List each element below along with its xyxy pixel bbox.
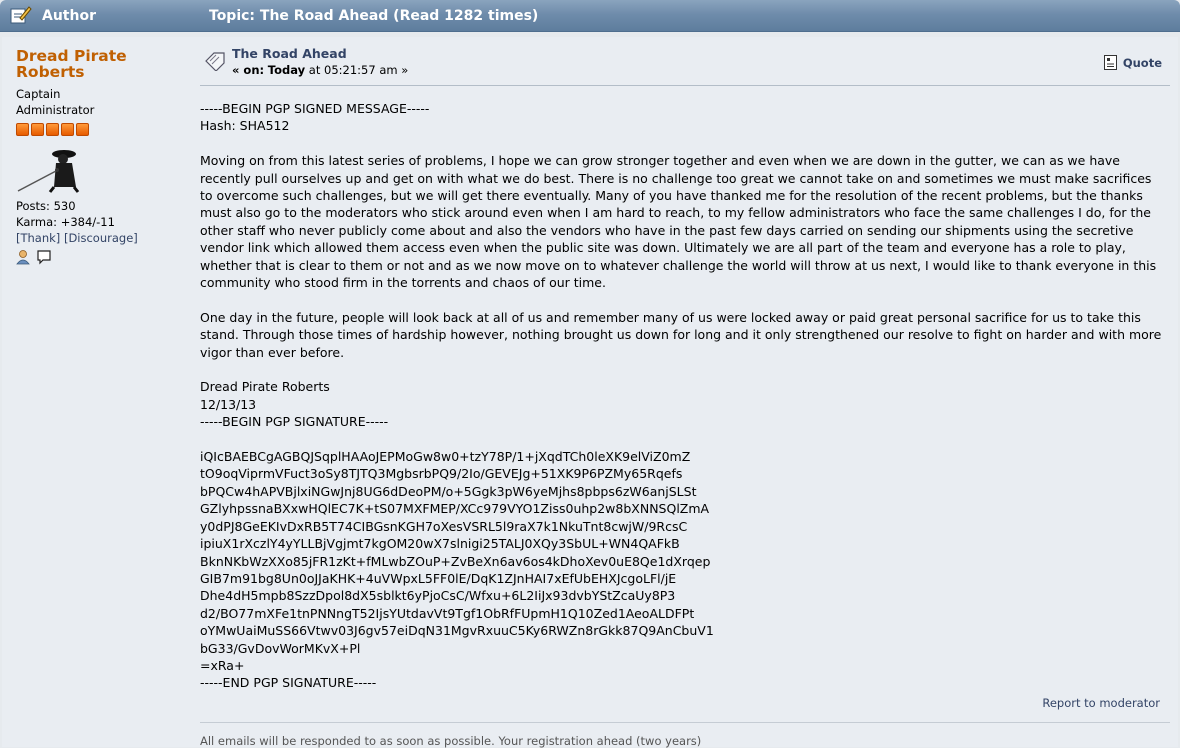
quote-label: Quote	[1122, 55, 1162, 70]
topic-header-bar: Author Topic: The Road Ahead (Read 1282 …	[0, 0, 1180, 32]
post-signoff: Dread Pirate Roberts 12/13/13 -----BEGIN…	[200, 379, 389, 430]
post-date-day: Today	[267, 63, 306, 77]
post-subject[interactable]: The Road Ahead	[232, 46, 347, 61]
signature-divider	[200, 722, 1170, 723]
topic-icon	[205, 52, 225, 71]
post-body: -----BEGIN PGP SIGNED MESSAGE----- Hash:…	[200, 100, 1165, 709]
post-paragraph-2: One day in the future, people will look …	[200, 309, 1162, 360]
post-paragraph-1: Moving on from this latest series of pro…	[200, 153, 1157, 291]
poster-group: Administrator	[16, 103, 95, 117]
post: Dread Pirate Roberts Captain Administrat…	[2, 37, 1178, 748]
avatar	[17, 150, 80, 193]
rank-star-icon	[31, 123, 44, 136]
rank-stars	[16, 123, 191, 139]
poster-title: Captain	[16, 87, 61, 101]
post-date: « on: Today at 05:21:57 am »	[232, 63, 408, 77]
rank-star-icon	[76, 123, 89, 136]
rank-star-icon	[16, 123, 29, 136]
pgp-signature: iQIcBAEBCgAGBQJSqplHAAoJEPMoGw8w0+tzY78P…	[200, 449, 714, 691]
poster-info: Dread Pirate Roberts Captain Administrat…	[16, 48, 191, 267]
rank-star-icon	[46, 123, 59, 136]
thank-link[interactable]: [Thank]	[16, 231, 60, 245]
post-date-on: « on:	[232, 63, 265, 77]
author-column-label: Author	[42, 8, 96, 24]
personal-message-icon[interactable]	[36, 249, 52, 265]
edit-topic-icon	[10, 6, 32, 24]
quote-button[interactable]: Quote	[1103, 55, 1162, 70]
post-count: Posts: 530	[16, 199, 76, 213]
karma: Karma: +384/-11	[16, 215, 115, 229]
discourage-link[interactable]: [Discourage]	[64, 231, 138, 245]
signature-text: All emails will be responded to as soon …	[200, 734, 702, 748]
post-date-time: at 05:21:57 am »	[308, 63, 409, 77]
pgp-header: -----BEGIN PGP SIGNED MESSAGE----- Hash:…	[200, 101, 430, 134]
rank-star-icon	[61, 123, 74, 136]
profile-icon[interactable]	[16, 249, 32, 265]
report-to-moderator-link[interactable]: Report to moderator	[1042, 696, 1160, 710]
quote-icon	[1103, 55, 1117, 70]
topic-title: Topic: The Road Ahead (Read 1282 times)	[209, 8, 539, 24]
divider	[200, 85, 1170, 86]
poster-name[interactable]: Dread Pirate Roberts	[16, 48, 191, 80]
